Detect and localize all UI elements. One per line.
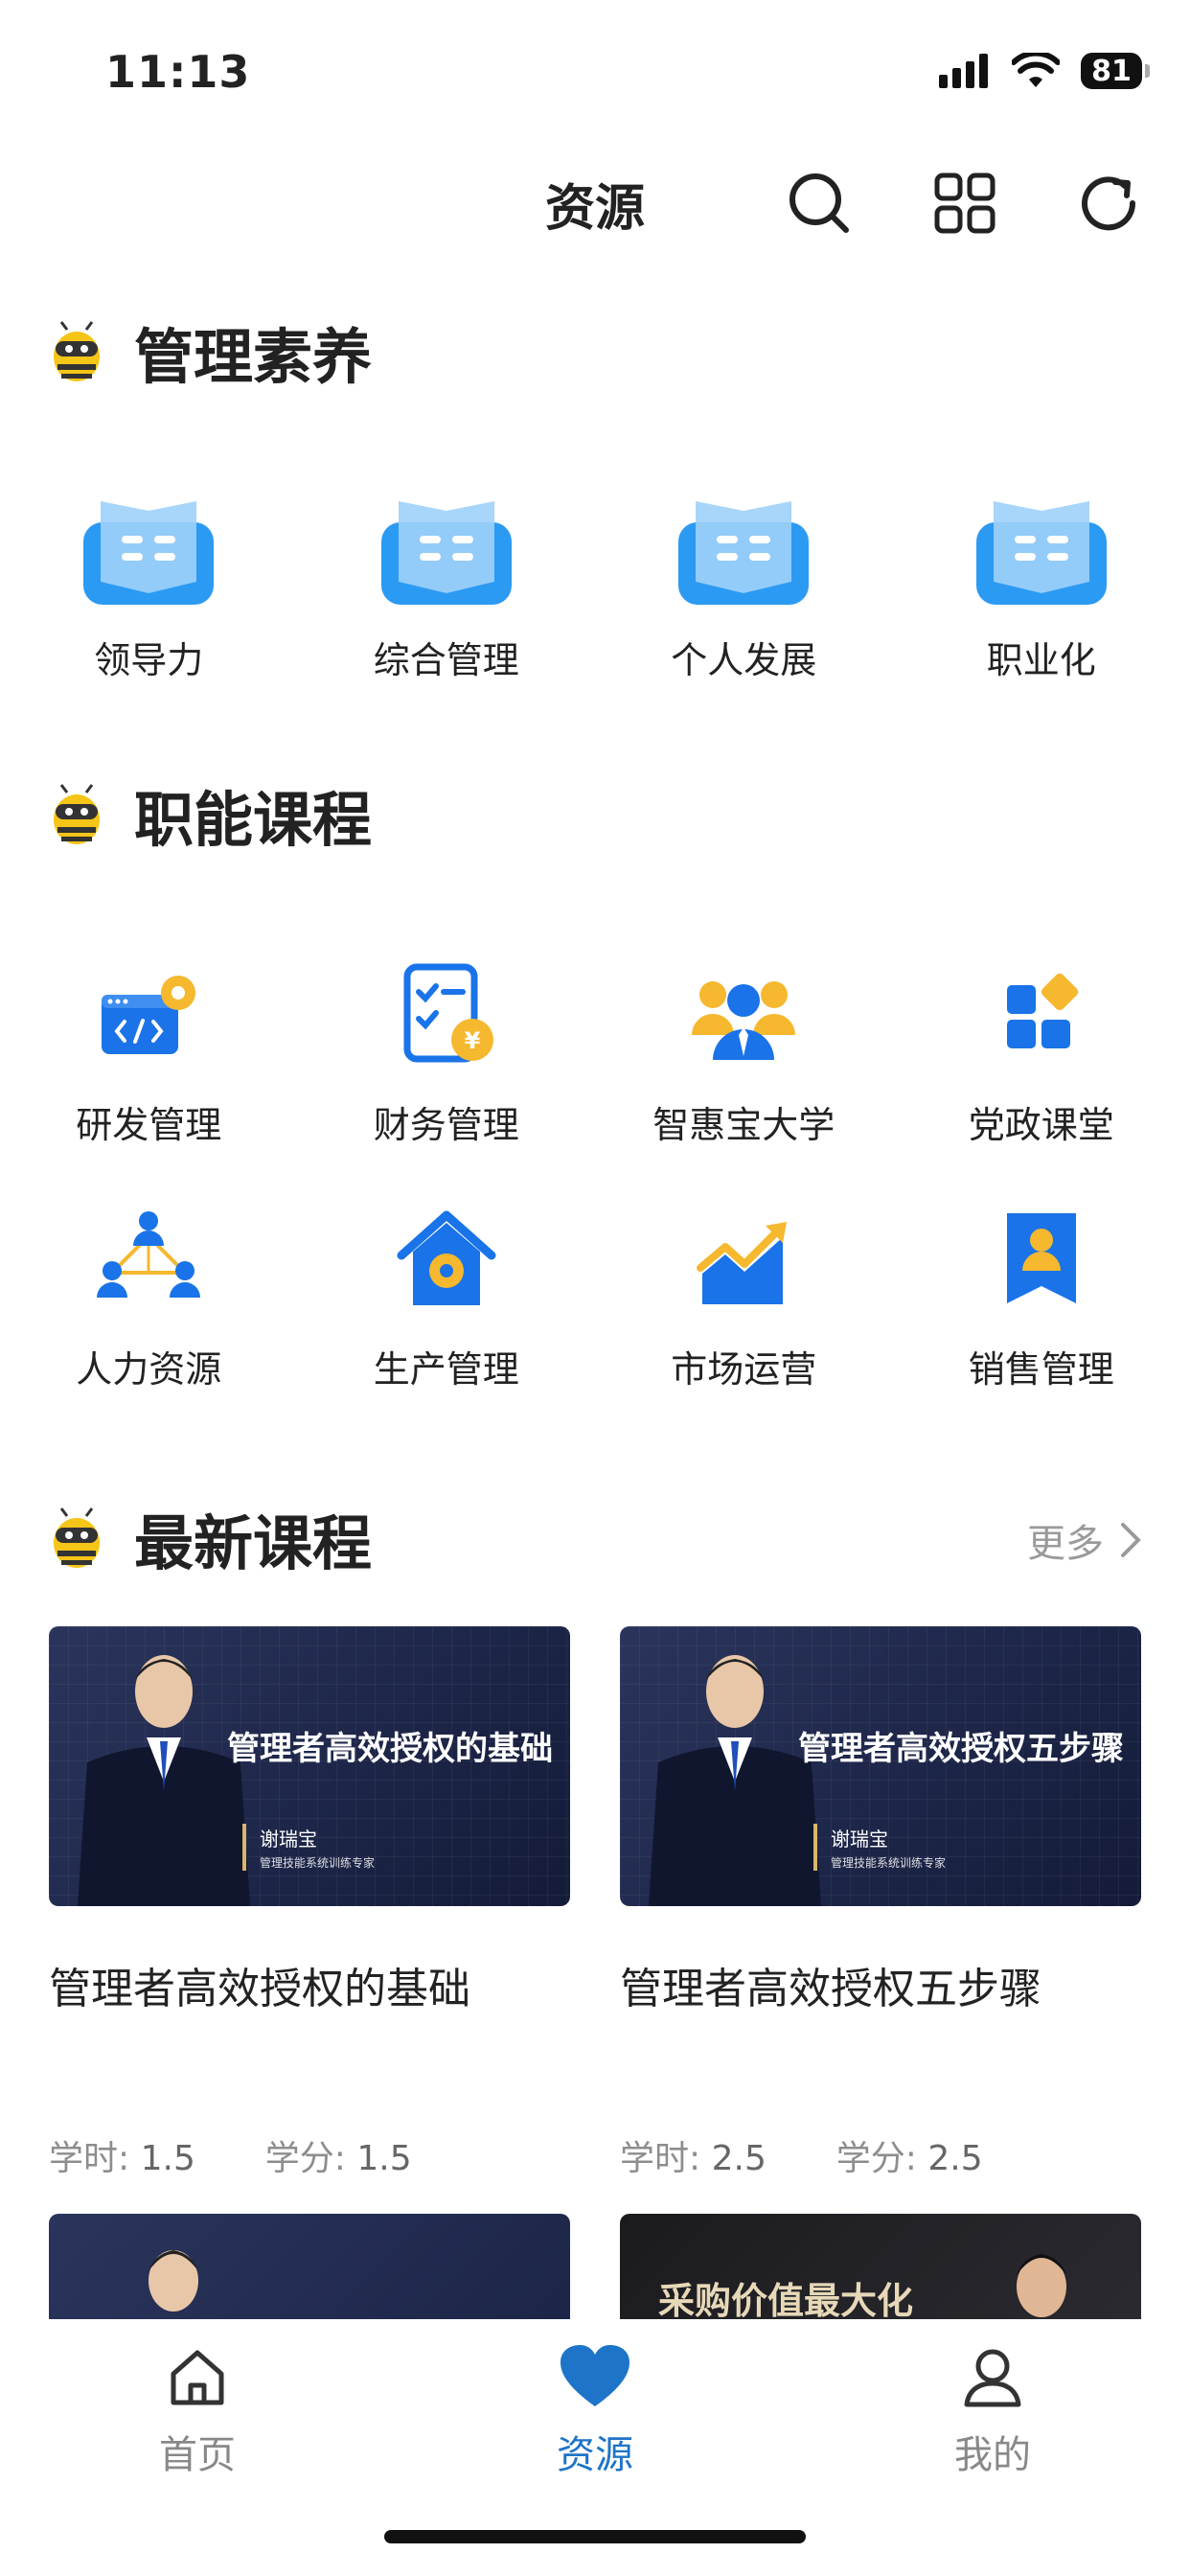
heart-icon bbox=[561, 2345, 629, 2406]
category-human-resources[interactable]: 人力资源 bbox=[0, 1198, 298, 1442]
credits-label: 学分: bbox=[835, 2139, 917, 2178]
course-meta: 学时: 2.5 学分: 2.5 bbox=[620, 2130, 1141, 2180]
section-header-functional: 职能课程 bbox=[48, 776, 372, 855]
category-label: 人力资源 bbox=[76, 1348, 222, 1391]
tab-label: 资源 bbox=[557, 2433, 633, 2477]
thumbnail-title: 管理者高效授权五步骤 bbox=[798, 1730, 1124, 1768]
status-time: 11:13 bbox=[105, 46, 251, 98]
category-label: 研发管理 bbox=[76, 1104, 222, 1146]
credits-label: 学分: bbox=[264, 2139, 346, 2178]
category-sales-management[interactable]: 销售管理 bbox=[893, 1198, 1190, 1442]
network-people-icon bbox=[81, 1198, 216, 1322]
svg-text:¥: ¥ bbox=[464, 1027, 480, 1054]
home-indicator bbox=[384, 2530, 806, 2543]
hours-value: 1.5 bbox=[140, 2139, 195, 2178]
thumbnail-title: 采购价值最大化 bbox=[658, 2280, 914, 2322]
status-icons: 81 bbox=[939, 53, 1150, 89]
finance-checklist-icon: ¥ bbox=[379, 954, 514, 1078]
bee-mascot-icon bbox=[54, 321, 100, 381]
chevron-right-icon bbox=[1121, 1523, 1141, 1557]
blocks-icon bbox=[974, 954, 1109, 1078]
home-icon bbox=[171, 2350, 224, 2405]
more-link[interactable]: 更多 bbox=[1027, 1512, 1142, 1568]
credits-value: 2.5 bbox=[927, 2139, 983, 2178]
instructor-photo bbox=[78, 1655, 250, 1906]
book-icon bbox=[81, 489, 216, 613]
course-thumbnail: 管理者高效授权五步骤 谢瑞宝 管理技能系统训练专家 bbox=[620, 1626, 1141, 1906]
category-zhihuibao-university[interactable]: 智惠宝大学 bbox=[595, 954, 893, 1198]
course-title: 管理者高效授权的基础 bbox=[49, 1965, 470, 2013]
hours-value: 2.5 bbox=[711, 2139, 767, 2178]
course-meta: 学时: 1.5 学分: 1.5 bbox=[49, 2130, 570, 2180]
section-title: 职能课程 bbox=[134, 785, 373, 855]
category-marketing-operations[interactable]: 市场运营 bbox=[595, 1198, 893, 1442]
category-label: 职业化 bbox=[986, 639, 1096, 681]
signal-icon bbox=[939, 54, 988, 88]
course-title: 管理者高效授权五步骤 bbox=[620, 1965, 1041, 2013]
wifi-icon bbox=[1012, 53, 1060, 87]
category-label: 党政课堂 bbox=[968, 1104, 1114, 1146]
tab-label: 我的 bbox=[954, 2433, 1031, 2477]
category-rd-management[interactable]: 研发管理 bbox=[0, 954, 298, 1198]
tab-profile[interactable]: 我的 bbox=[897, 2343, 1088, 2479]
grid-icon[interactable] bbox=[931, 170, 998, 237]
category-finance-management[interactable]: ¥ 财务管理 bbox=[298, 954, 596, 1198]
user-icon bbox=[964, 2349, 1021, 2407]
status-bar: 11:13 81 bbox=[0, 0, 1190, 144]
category-professionalism[interactable]: 职业化 bbox=[893, 489, 1190, 683]
section-title: 最新课程 bbox=[134, 1508, 373, 1578]
category-label: 智惠宝大学 bbox=[652, 1104, 835, 1146]
instructor-caption: 谢瑞宝 管理技能系统训练专家 bbox=[813, 1824, 946, 1871]
category-label: 个人发展 bbox=[671, 639, 817, 681]
category-label: 市场运营 bbox=[671, 1348, 817, 1391]
hours-label: 学时: bbox=[620, 2139, 701, 2178]
category-label: 销售管理 bbox=[968, 1348, 1114, 1391]
category-personal-development[interactable]: 个人发展 bbox=[595, 489, 893, 683]
instructor-description: 管理技能系统训练专家 bbox=[831, 1856, 947, 1870]
code-settings-icon bbox=[81, 954, 216, 1078]
category-leadership[interactable]: 领导力 bbox=[0, 489, 298, 683]
category-label: 领导力 bbox=[94, 639, 204, 681]
course-card[interactable]: 管理者高效授权五步骤 谢瑞宝 管理技能系统训练专家 管理者高效授权五步骤 学时:… bbox=[620, 1626, 1141, 2180]
instructor-name: 谢瑞宝 bbox=[260, 1828, 317, 1851]
category-label: 生产管理 bbox=[373, 1348, 519, 1391]
instructor-caption: 谢瑞宝 管理技能系统训练专家 bbox=[242, 1824, 375, 1871]
tab-resources[interactable]: 资源 bbox=[499, 2343, 691, 2479]
factory-house-icon bbox=[379, 1198, 514, 1322]
course-card[interactable]: 管理者高效授权的基础 谢瑞宝 管理技能系统训练专家 管理者高效授权的基础 学时:… bbox=[49, 1626, 570, 2180]
hours-label: 学时: bbox=[49, 2139, 130, 2178]
bee-mascot-icon bbox=[54, 784, 100, 844]
chart-growth-icon bbox=[676, 1198, 811, 1322]
section-title: 管理素养 bbox=[134, 322, 373, 392]
battery-indicator: 81 bbox=[1081, 53, 1150, 89]
more-label: 更多 bbox=[1027, 1522, 1104, 1566]
section-header-latest: 最新课程 bbox=[48, 1500, 372, 1578]
category-production-management[interactable]: 生产管理 bbox=[298, 1198, 596, 1442]
page-title: 资源 bbox=[544, 180, 645, 238]
tab-home[interactable]: 首页 bbox=[102, 2343, 293, 2479]
instructor-photo bbox=[649, 1655, 821, 1906]
section-header-management: 管理素养 bbox=[48, 313, 372, 392]
refresh-icon[interactable] bbox=[1075, 170, 1142, 237]
book-icon bbox=[974, 489, 1109, 613]
book-icon bbox=[676, 489, 811, 613]
instructor-description: 管理技能系统训练专家 bbox=[260, 1856, 376, 1870]
search-icon[interactable] bbox=[786, 170, 853, 237]
credits-value: 1.5 bbox=[356, 2139, 412, 2178]
functional-category-grid: 研发管理 ¥ 财务管理 智惠宝大学 党政课堂 人力资源 生产管理 市场运营 销售… bbox=[0, 954, 1190, 1442]
team-icon bbox=[676, 954, 811, 1078]
category-general-management[interactable]: 综合管理 bbox=[298, 489, 596, 683]
top-navbar: 资源 bbox=[0, 158, 1190, 254]
bee-mascot-icon bbox=[54, 1507, 100, 1568]
book-icon bbox=[379, 489, 514, 613]
category-party-class[interactable]: 党政课堂 bbox=[893, 954, 1190, 1198]
tab-label: 首页 bbox=[159, 2433, 236, 2477]
person-badge-icon bbox=[974, 1198, 1109, 1322]
course-thumbnail: 管理者高效授权的基础 谢瑞宝 管理技能系统训练专家 bbox=[49, 1626, 570, 1906]
category-label: 综合管理 bbox=[373, 639, 519, 681]
thumbnail-title: 管理者高效授权的基础 bbox=[227, 1730, 553, 1768]
management-category-grid: 领导力 综合管理 个人发展 职业化 bbox=[0, 489, 1190, 683]
instructor-name: 谢瑞宝 bbox=[831, 1828, 888, 1851]
category-label: 财务管理 bbox=[373, 1104, 519, 1146]
